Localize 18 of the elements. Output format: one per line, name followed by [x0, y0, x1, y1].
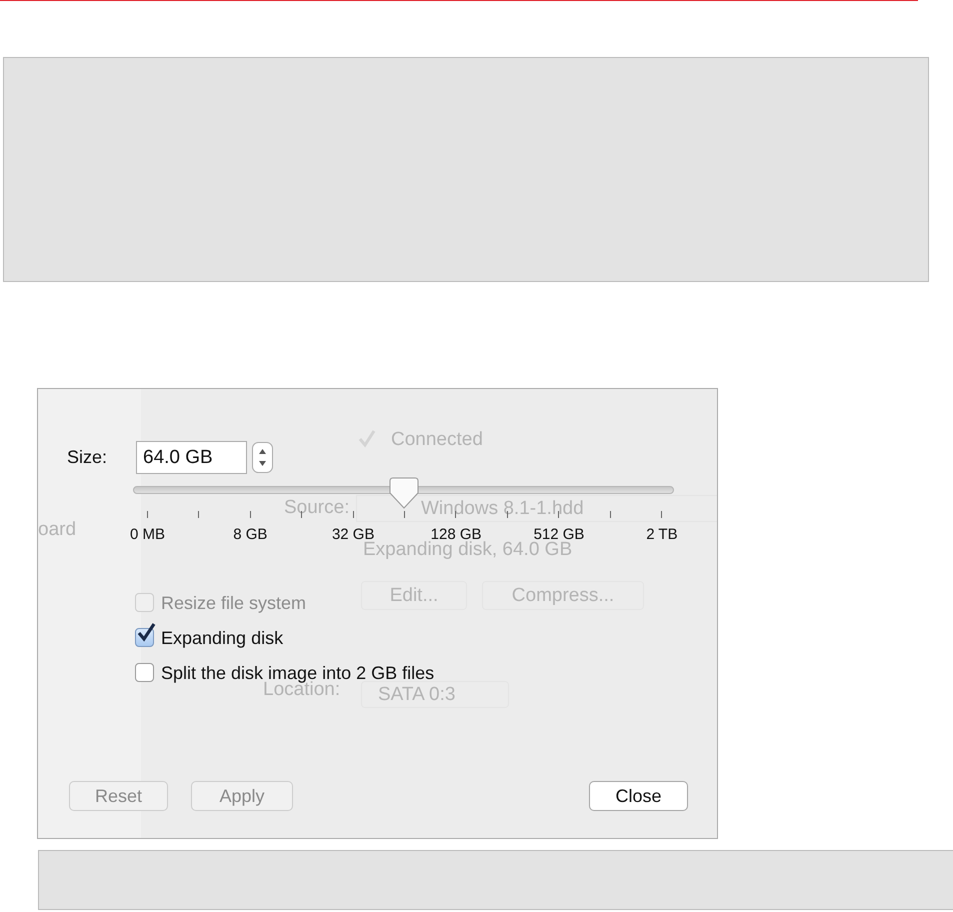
tick-label: 8 GB	[232, 526, 268, 543]
stepper-icon[interactable]	[252, 442, 273, 473]
location-popup: SATA 0:3	[361, 681, 509, 708]
slider-thumb[interactable]	[388, 477, 418, 509]
source-field: Windows 8.1-1.hdd	[356, 495, 717, 522]
checkbox[interactable]	[135, 621, 157, 647]
location-label: Location:	[263, 680, 340, 700]
size-field[interactable]: 64.0 GB	[136, 441, 247, 474]
option-label: Resize file system	[161, 594, 306, 612]
sidebar-item: oard	[38, 518, 76, 542]
tick-label: 2 TB	[645, 526, 679, 543]
option-label: Expanding disk	[161, 628, 284, 646]
connected-label: Connected	[391, 428, 483, 452]
source-label: Source:	[284, 496, 350, 520]
dialog-button[interactable]: Close	[589, 781, 688, 811]
tick-label: 0 MB	[128, 526, 166, 543]
size-label: Size:	[67, 447, 108, 468]
option-label: Split the disk image into 2 GB files	[161, 664, 434, 682]
